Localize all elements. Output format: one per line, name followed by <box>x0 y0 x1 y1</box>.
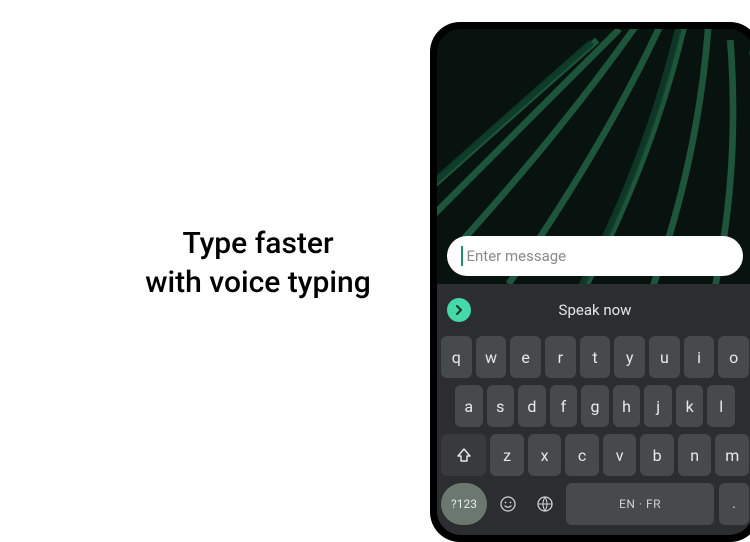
marketing-line-2: with voice typing <box>145 265 370 300</box>
shift-key[interactable] <box>441 434 486 476</box>
key-f[interactable]: f <box>550 385 578 427</box>
expand-toolbar-button[interactable] <box>447 298 471 322</box>
key-n[interactable]: n <box>678 434 712 476</box>
key-u[interactable]: u <box>649 336 680 378</box>
key-z[interactable]: z <box>490 434 524 476</box>
key-x[interactable]: x <box>528 434 562 476</box>
key-a[interactable]: a <box>455 385 483 427</box>
symbols-key[interactable]: ?123 <box>441 483 487 525</box>
phone-frame: Enter message Speak now q w e r t y <box>430 22 750 542</box>
key-row-2: a s d f g h j k l <box>441 385 749 427</box>
message-input[interactable]: Enter message <box>447 236 743 276</box>
chat-wallpaper: Enter message <box>437 29 750 284</box>
key-q[interactable]: q <box>441 336 472 378</box>
period-key[interactable]: . <box>719 483 749 525</box>
on-screen-keyboard: Speak now q w e r t y u i o a s d f g h <box>437 284 750 535</box>
key-i[interactable]: i <box>684 336 715 378</box>
key-row-1: q w e r t y u i o <box>441 336 749 378</box>
shift-icon <box>456 447 472 463</box>
suggestion-bar: Speak now <box>441 292 749 328</box>
key-j[interactable]: j <box>644 385 672 427</box>
key-b[interactable]: b <box>640 434 674 476</box>
key-o[interactable]: o <box>718 336 749 378</box>
emoji-icon <box>499 495 517 513</box>
key-g[interactable]: g <box>581 385 609 427</box>
key-m[interactable]: m <box>715 434 749 476</box>
key-row-3: z x c v b n m <box>441 434 749 476</box>
emoji-key[interactable] <box>492 483 524 525</box>
marketing-headline: Type faster with voice typing <box>98 224 418 302</box>
chevron-right-icon <box>453 304 465 316</box>
language-key[interactable] <box>529 483 561 525</box>
key-c[interactable]: c <box>565 434 599 476</box>
message-placeholder: Enter message <box>467 247 567 265</box>
key-d[interactable]: d <box>518 385 546 427</box>
voice-typing-prompt: Speak now <box>471 301 719 319</box>
marketing-line-1: Type faster <box>182 226 333 261</box>
key-r[interactable]: r <box>545 336 576 378</box>
key-h[interactable]: h <box>613 385 641 427</box>
text-cursor <box>461 246 463 266</box>
spacebar-key[interactable]: EN · FR <box>566 483 714 525</box>
key-s[interactable]: s <box>487 385 515 427</box>
key-y[interactable]: y <box>614 336 645 378</box>
key-row-bottom: ?123 EN · FR . <box>441 483 749 525</box>
key-l[interactable]: l <box>707 385 735 427</box>
key-k[interactable]: k <box>676 385 704 427</box>
key-v[interactable]: v <box>603 434 637 476</box>
globe-icon <box>536 495 554 513</box>
phone-screen: Enter message Speak now q w e r t y <box>437 29 750 535</box>
key-t[interactable]: t <box>580 336 611 378</box>
key-w[interactable]: w <box>476 336 507 378</box>
key-e[interactable]: e <box>510 336 541 378</box>
